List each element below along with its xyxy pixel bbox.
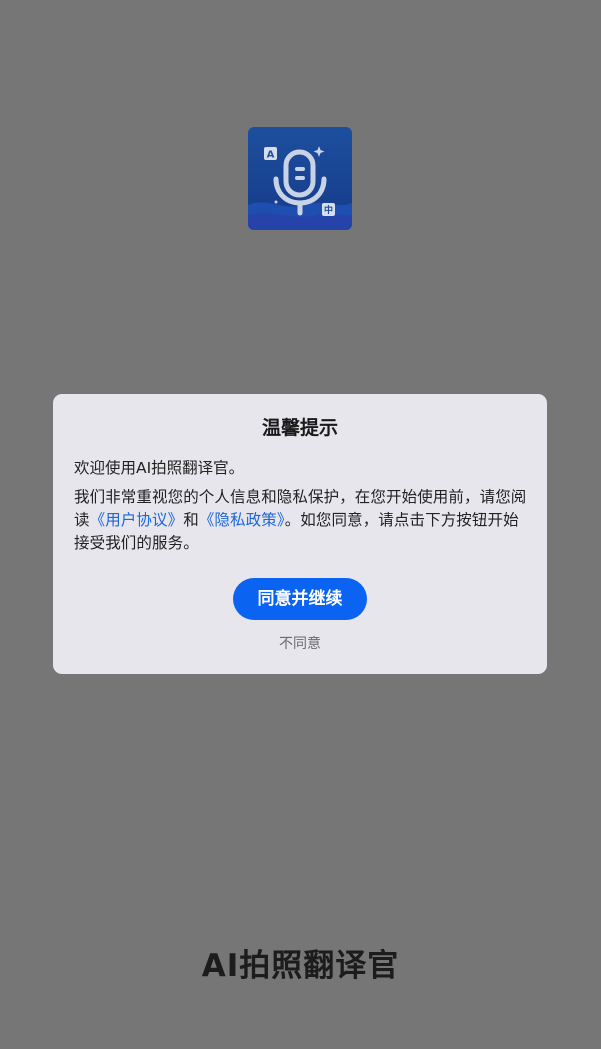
agree-continue-button[interactable]: 同意并继续	[233, 578, 367, 620]
welcome-text: 欢迎使用AI拍照翻译官。	[74, 459, 245, 477]
user-agreement-link[interactable]: 《用户协议》	[90, 511, 184, 529]
privacy-policy-link[interactable]: 《隐私政策》	[199, 511, 285, 529]
disagree-link[interactable]: 不同意	[250, 634, 350, 654]
app-name: AI拍照翻译官	[201, 948, 400, 984]
privacy-dialog: 温馨提示 欢迎使用AI拍照翻译官。 我们非常重视您的个人信息和隐私保护，在您开始…	[53, 394, 547, 674]
microphone-translate-icon: A 中	[248, 127, 352, 230]
notice-connector: 和	[183, 511, 199, 529]
app-icon: A 中	[248, 127, 352, 230]
dialog-title: 温馨提示	[261, 417, 338, 439]
icon-letter-zhong: 中	[324, 204, 333, 216]
privacy-notice-text: 我们非常重视您的个人信息和隐私保护，在您开始使用前，请您阅读《用户协议》和《隐私…	[74, 486, 529, 555]
icon-letter-a: A	[267, 150, 275, 161]
